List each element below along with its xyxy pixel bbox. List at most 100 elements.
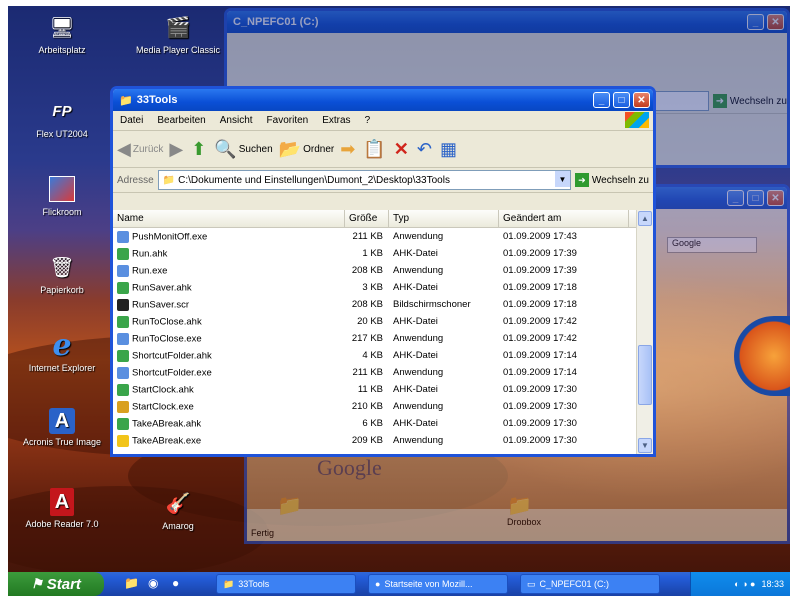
menu-help[interactable]: ? bbox=[358, 115, 378, 126]
desktop-icon-flickroom[interactable]: Flickroom bbox=[12, 174, 112, 217]
desktop-icon-media-player[interactable]: 🎬 Media Player Classic bbox=[128, 12, 228, 56]
file-type-icon bbox=[117, 366, 129, 379]
quick-launch-folder-icon[interactable]: 📁 bbox=[124, 576, 139, 590]
browser-search-input[interactable]: Google bbox=[667, 237, 757, 253]
views-icon: ▦ bbox=[439, 138, 457, 159]
menu-extras[interactable]: Extras bbox=[315, 115, 357, 126]
tray-icons[interactable]: ◐ ◑ ● bbox=[734, 579, 755, 589]
close-button[interactable]: ✕ bbox=[767, 14, 784, 30]
scroll-up-arrow[interactable]: ▲ bbox=[638, 211, 652, 226]
file-name-text: TakeABreak.ahk bbox=[132, 418, 202, 430]
search-icon: 🔍 bbox=[214, 138, 237, 159]
folder-icon: 📁 bbox=[507, 495, 532, 517]
file-row[interactable]: TakeABreak.exe 209 KB Anwendung 01.09.2009 … bbox=[113, 432, 653, 449]
file-list: Name Größe Typ Geändert am PushMonitOff.… bbox=[113, 210, 653, 454]
desktop-icon-amarog[interactable]: 🎸 Amarog bbox=[128, 488, 228, 532]
file-row[interactable]: PushMonitOff.exe 211 KB Anwendung 01.09.200… bbox=[113, 228, 653, 245]
column-type[interactable]: Typ bbox=[389, 210, 499, 227]
file-row[interactable]: Run.ahk 1 KB AHK-Datei 01.09.2009 17:39 bbox=[113, 245, 653, 262]
file-row[interactable]: RunToClose.exe 217 KB Anwendung 01.09.2009 … bbox=[113, 330, 653, 347]
minimize-button[interactable]: _ bbox=[747, 14, 764, 30]
move-to-button[interactable]: ➡ bbox=[340, 139, 357, 160]
address-field[interactable]: 📁 C:\Dokumente und Einstellungen\Dumont_… bbox=[157, 170, 571, 190]
desktop-icon-arbeitsplatz[interactable]: 🖥 Arbeitsplatz bbox=[12, 12, 112, 56]
file-row[interactable]: RunSaver.scr 208 KB Bildschirmschoner 01.09… bbox=[113, 296, 653, 313]
search-button[interactable]: 🔍 Suchen bbox=[214, 139, 272, 160]
chevron-down-icon[interactable]: ▼ bbox=[554, 171, 570, 187]
minimize-button[interactable]: _ bbox=[727, 190, 744, 206]
file-type: AHK-Datei bbox=[393, 248, 438, 259]
file-type: Anwendung bbox=[393, 367, 444, 378]
file-modified: 01.09.2009 17:39 bbox=[503, 248, 577, 259]
file-type-icon bbox=[117, 400, 129, 413]
menu-ansicht[interactable]: Ansicht bbox=[213, 115, 260, 126]
vertical-scrollbar[interactable]: ▲ ▼ bbox=[636, 210, 653, 454]
address-bar: Adresse 📁 C:\Dokumente und Einstellungen… bbox=[113, 168, 653, 193]
desktop-icon-adobe-reader[interactable]: A Adobe Reader 7.0 bbox=[12, 488, 112, 529]
scroll-down-arrow[interactable]: ▼ bbox=[638, 438, 652, 453]
menu-favoriten[interactable]: Favoriten bbox=[260, 115, 316, 126]
desktop-icon-flex[interactable]: FP Flex UT2004 bbox=[12, 96, 112, 140]
up-folder-button[interactable]: ⬆ bbox=[191, 139, 208, 160]
quick-launch-firefox-icon[interactable]: ● bbox=[172, 576, 179, 590]
explorer-titlebar[interactable]: 📁 33Tools _ □ ✕ bbox=[113, 89, 653, 111]
background-go-label[interactable]: Wechseln zu bbox=[730, 96, 787, 107]
windows-logo-icon bbox=[625, 112, 649, 128]
column-name[interactable]: Name bbox=[113, 210, 345, 227]
file-type-icon bbox=[117, 281, 129, 294]
column-modified[interactable]: Geändert am bbox=[499, 210, 629, 227]
folders-button[interactable]: 📂 Ordner bbox=[279, 139, 335, 160]
file-row[interactable]: RunSaver.ahk 3 KB AHK-Datei 01.09.2009 17:1… bbox=[113, 279, 653, 296]
file-type: AHK-Datei bbox=[393, 282, 438, 293]
game-icon: FP bbox=[52, 102, 72, 120]
file-row[interactable]: ShortcutFolder.exe 211 KB Anwendung 01.09.2… bbox=[113, 364, 653, 381]
file-row[interactable]: Run.exe 208 KB Anwendung 01.09.2009 17:39 bbox=[113, 262, 653, 279]
delete-button[interactable]: ✕ bbox=[394, 139, 411, 160]
file-name-text: TakeABreak.exe bbox=[132, 435, 202, 447]
close-button[interactable]: ✕ bbox=[633, 92, 650, 108]
views-button[interactable]: ▦ bbox=[440, 139, 459, 160]
file-row[interactable]: StartClock.ahk 11 KB AHK-Datei 01.09.2009 1… bbox=[113, 381, 653, 398]
file-row[interactable]: TakeABreak.ahk 6 KB AHK-Datei 01.09.2009 17… bbox=[113, 415, 653, 432]
up-arrow-icon: ⬆ bbox=[191, 138, 207, 159]
menu-bearbeiten[interactable]: Bearbeiten bbox=[150, 115, 212, 126]
menu-datei[interactable]: Datei bbox=[113, 115, 150, 126]
file-row[interactable]: ShortcutFolder.ahk 4 KB AHK-Datei 01.09.200… bbox=[113, 347, 653, 364]
column-size[interactable]: Größe bbox=[345, 210, 389, 227]
file-name-text: ShortcutFolder.exe bbox=[132, 367, 212, 379]
file-row[interactable]: StartClock.exe 210 KB Anwendung 01.09.2009 … bbox=[113, 398, 653, 415]
scroll-thumb[interactable] bbox=[638, 345, 652, 405]
maximize-button[interactable]: □ bbox=[613, 92, 630, 108]
forward-arrow-icon: ▶ bbox=[169, 138, 184, 159]
forward-button[interactable]: ▶ bbox=[169, 139, 185, 160]
task-mozilla[interactable]: ● Startseite von Mozill... bbox=[368, 574, 508, 594]
explorer-window[interactable]: 📁 33Tools _ □ ✕ Datei Bearbeiten Ansicht… bbox=[110, 86, 656, 457]
file-name-text: RunToClose.exe bbox=[132, 333, 202, 345]
clock[interactable]: 18:33 bbox=[761, 579, 784, 589]
back-button[interactable]: ◀ Zurück bbox=[117, 139, 163, 160]
file-name-text: Run.ahk bbox=[132, 248, 168, 260]
start-button[interactable]: ⚑ Start bbox=[8, 572, 104, 596]
copy-to-button[interactable]: 📋 bbox=[363, 139, 387, 160]
folder-icon: 📁 bbox=[223, 578, 235, 589]
maximize-button[interactable]: □ bbox=[747, 190, 764, 206]
task-33tools[interactable]: 📁 33Tools bbox=[216, 574, 356, 594]
quick-launch-media-icon[interactable]: ◉ bbox=[148, 576, 158, 590]
file-type-icon bbox=[117, 264, 129, 277]
file-type: Anwendung bbox=[393, 435, 444, 446]
file-name: ShortcutFolder.ahk bbox=[113, 349, 345, 362]
file-type: Anwendung bbox=[393, 231, 444, 242]
close-button[interactable]: ✕ bbox=[767, 190, 784, 206]
desktop-icon-acronis[interactable]: A Acronis True Image bbox=[12, 408, 112, 447]
desktop-icon-internet-explorer[interactable]: e Internet Explorer bbox=[12, 328, 112, 374]
task-c-drive[interactable]: ▭ C_NPEFC01 (C:) bbox=[520, 574, 660, 594]
undo-button[interactable]: ↶ bbox=[417, 139, 434, 160]
go-label[interactable]: Wechseln zu bbox=[592, 175, 649, 186]
file-name: RunSaver.ahk bbox=[113, 281, 345, 294]
desktop-icon-papierkorb[interactable]: 🗑 Papierkorb bbox=[12, 252, 112, 296]
background-window-titlebar[interactable]: C_NPEFC01 (C:) _ ✕ bbox=[227, 11, 787, 33]
file-row[interactable]: RunToClose.ahk 20 KB AHK-Datei 01.09.2009 1… bbox=[113, 313, 653, 330]
minimize-button[interactable]: _ bbox=[593, 92, 610, 108]
file-name-text: Run.exe bbox=[132, 265, 168, 277]
go-arrow-icon[interactable]: ➜ bbox=[574, 173, 589, 187]
